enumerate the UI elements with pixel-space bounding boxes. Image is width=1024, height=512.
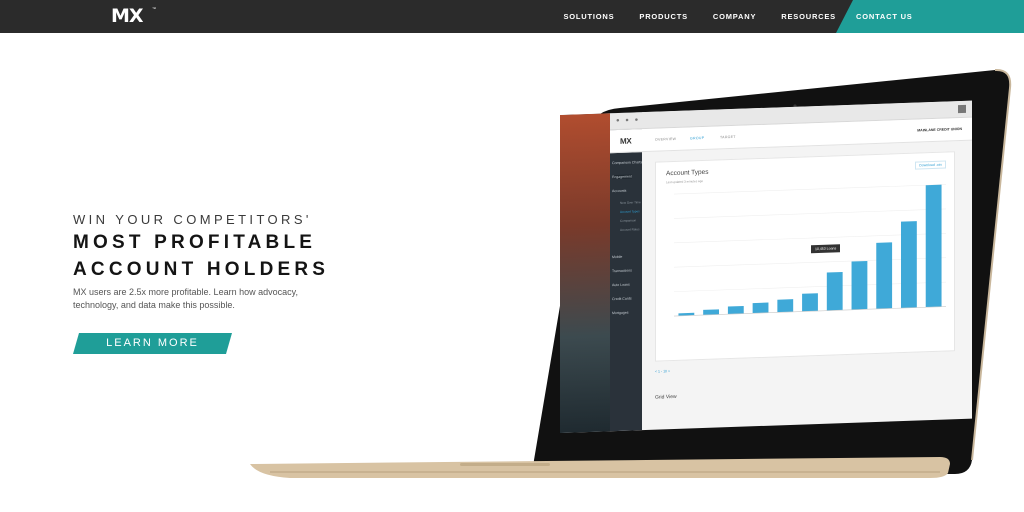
sidebar-item-comparison[interactable]: Comparison Charts <box>612 160 642 165</box>
chart-bar[interactable] <box>802 293 818 312</box>
contact-us-label: CONTACT US <box>856 12 913 21</box>
chart-bar[interactable] <box>777 299 794 313</box>
wallpaper-strip <box>560 113 610 433</box>
learn-more-button[interactable]: LEARN MORE <box>73 333 232 354</box>
nav-links: SOLUTIONS PRODUCTS COMPANY RESOURCES <box>563 0 836 33</box>
nav-solutions[interactable]: SOLUTIONS <box>563 12 614 21</box>
chart-tooltip: 10,453 Loans <box>811 244 841 254</box>
org-name: MAINLANE CREDIT UNION <box>917 126 962 133</box>
tab-target[interactable]: TARGET <box>720 135 736 140</box>
sidebar-sub-comparison[interactable]: Comparison <box>620 218 636 223</box>
account-types-card: Account Types Last updated 3 minutes ago… <box>655 151 955 362</box>
chart-gridline <box>674 184 946 195</box>
tab-group[interactable]: GROUP <box>690 136 704 141</box>
menu-icon[interactable] <box>958 104 966 114</box>
nav-company[interactable]: COMPANY <box>713 12 756 21</box>
sidebar-item-auto-loans[interactable]: Auto Loans <box>612 283 630 288</box>
app-sidebar: Comparison Charts Engagement Accounts Ne… <box>560 112 642 433</box>
sidebar-sub-new[interactable]: New Over Time <box>620 200 641 205</box>
tab-overview[interactable]: OVERVIEW <box>655 137 676 142</box>
sidebar-item-transactions[interactable]: Transactions <box>612 268 632 273</box>
sidebar-item-credit-cards[interactable]: Credit Cards <box>612 296 632 301</box>
grid-view-label[interactable]: Grid View <box>655 394 677 401</box>
contact-us-button[interactable]: CONTACT US <box>836 0 1024 33</box>
app-logo[interactable]: MX <box>620 137 631 146</box>
account-types-chart <box>674 184 946 317</box>
sidebar-item-accounts[interactable]: Accounts <box>612 189 626 194</box>
chart-bar[interactable] <box>752 302 769 314</box>
sidebar-sub-rates[interactable]: Account Rates <box>620 227 640 232</box>
sidebar-item-engagement[interactable]: Engagement <box>612 174 632 180</box>
chart-gridline <box>674 208 946 219</box>
nav-resources[interactable]: RESOURCES <box>781 12 836 21</box>
sidebar-item-mobile[interactable]: Mobile <box>612 255 622 259</box>
chart-bar[interactable] <box>900 221 917 309</box>
top-navigation: MX ™ SOLUTIONS PRODUCTS COMPANY RESOURCE… <box>0 0 1024 33</box>
sidebar-sub-account-types[interactable]: Account Types <box>620 209 640 214</box>
trackpad-notch <box>460 463 550 466</box>
chart-bar[interactable] <box>703 309 720 316</box>
chart-bar[interactable] <box>925 184 942 308</box>
chart-bar[interactable] <box>826 272 843 311</box>
trademark-mark: ™ <box>152 6 156 11</box>
laptop-screen-ui: Comparison Charts Engagement Accounts Ne… <box>560 100 972 433</box>
card-title: Account Types <box>666 168 709 178</box>
page: MX ™ SOLUTIONS PRODUCTS COMPANY RESOURCE… <box>0 0 1024 512</box>
chart-bar[interactable] <box>727 305 744 315</box>
sidebar-item-mortgages[interactable]: Mortgages <box>612 311 629 316</box>
nav-products[interactable]: PRODUCTS <box>639 12 688 21</box>
browser-nav-icons[interactable]: ● ● ● <box>616 117 640 124</box>
mx-logo[interactable]: MX <box>111 6 144 26</box>
card-subtitle: Last updated 3 minutes ago <box>666 179 704 185</box>
chart-bar[interactable] <box>851 260 868 310</box>
chart-bar[interactable] <box>876 242 893 309</box>
pagination[interactable]: < 1 - 10 > <box>655 369 670 374</box>
download-csv-button[interactable]: Download .csv <box>915 160 946 170</box>
